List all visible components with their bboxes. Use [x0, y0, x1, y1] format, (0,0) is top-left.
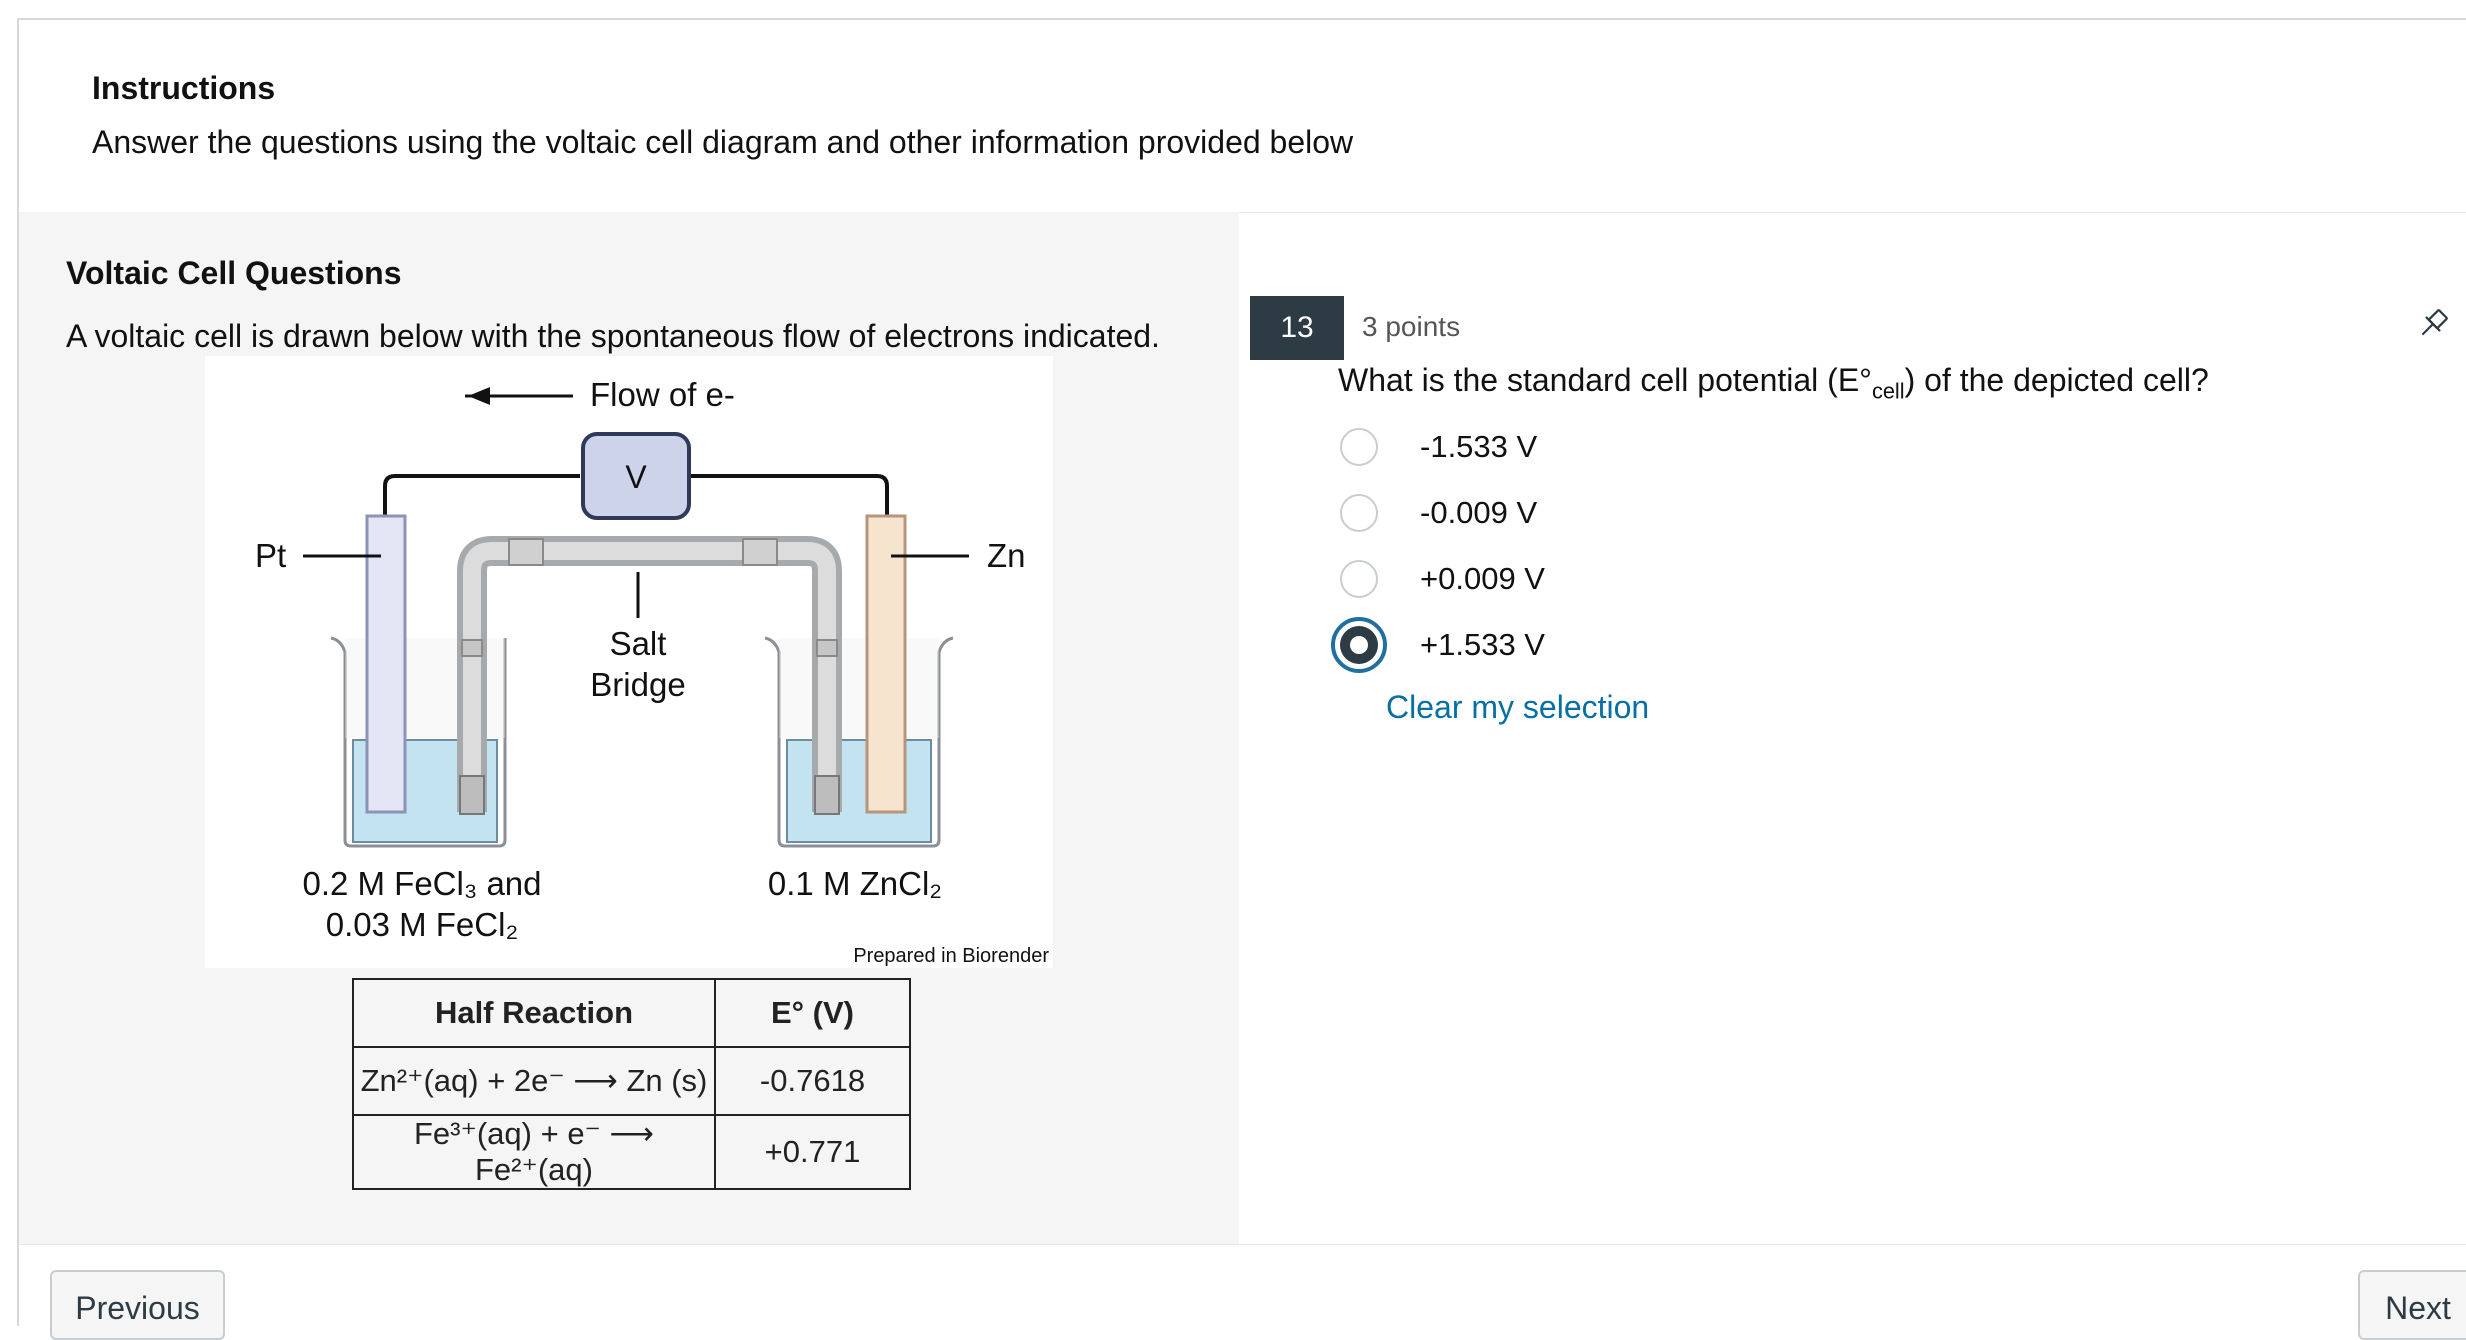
answer-option[interactable]: +0.009 V — [1338, 551, 1545, 607]
table-row: Zn²⁺(aq) + 2e⁻ ⟶ Zn (s) -0.7618 — [352, 1046, 911, 1116]
clear-selection-link[interactable]: Clear my selection — [1386, 689, 1649, 726]
table-header: E° (V) — [714, 978, 911, 1048]
potential-cell: -0.7618 — [714, 1046, 911, 1116]
stimulus-text: A voltaic cell is drawn below with the s… — [66, 318, 1160, 354]
option-label: +0.009 V — [1420, 561, 1545, 596]
pin-icon[interactable] — [2415, 306, 2451, 342]
salt-bridge-label-1: Salt — [610, 625, 667, 662]
flow-label: Flow of e- — [590, 376, 735, 413]
half-reaction-cell: Zn²⁺(aq) + 2e⁻ ⟶ Zn (s) — [352, 1046, 716, 1116]
answer-option-selected[interactable]: +1.533 V — [1331, 617, 1545, 673]
divider — [1239, 212, 2466, 213]
pt-label: Pt — [255, 537, 286, 574]
instructions-title: Instructions — [92, 70, 276, 106]
potential-cell: +0.771 — [714, 1114, 911, 1190]
radio-button-selected[interactable] — [1331, 617, 1387, 673]
biorender-credit: Prepared in Biorender — [853, 945, 1049, 967]
table-header: Half Reaction — [352, 978, 716, 1048]
half-reaction-table: Half Reaction E° (V) Zn²⁺(aq) + 2e⁻ ⟶ Zn… — [352, 978, 911, 1190]
table-row: Fe³⁺(aq) + e⁻ ⟶ Fe²⁺(aq) +0.771 — [352, 1114, 911, 1190]
question-points: 3 points — [1362, 311, 1461, 342]
answer-option[interactable]: -0.009 V — [1338, 485, 1537, 541]
pt-electrode — [365, 514, 407, 814]
right-beaker — [764, 636, 954, 848]
stimulus-title: Voltaic Cell Questions — [66, 255, 402, 291]
salt-bridge-label-2: Bridge — [590, 666, 685, 703]
right-solution-label: 0.1 M ZnCl₂ — [768, 865, 942, 902]
radio-button[interactable] — [1340, 428, 1378, 466]
zn-label: Zn — [987, 537, 1026, 574]
option-label: -0.009 V — [1420, 495, 1538, 530]
question-text: What is the standard cell potential (E°c… — [1338, 362, 2209, 404]
zn-electrode — [865, 514, 907, 814]
left-solution-label-1: 0.2 M FeCl₃ and — [302, 865, 541, 902]
option-label: +1.533 V — [1420, 627, 1545, 662]
question-number-badge: 13 — [1250, 296, 1344, 360]
radio-button[interactable] — [1340, 560, 1378, 598]
half-reaction-cell: Fe³⁺(aq) + e⁻ ⟶ Fe²⁺(aq) — [352, 1114, 716, 1190]
voltmeter-label: V — [625, 459, 647, 495]
left-solution-label-2: 0.03 M FeCl₂ — [326, 906, 519, 943]
voltaic-cell-diagram: Flow of e- V Salt Bridge Pt Zn 0.2 M FeC… — [205, 356, 1053, 968]
table-header-row: Half Reaction E° (V) — [352, 978, 911, 1048]
previous-button[interactable]: Previous — [50, 1270, 225, 1340]
next-button[interactable]: Next — [2358, 1270, 2466, 1340]
divider — [19, 1244, 2466, 1245]
option-label: -1.533 V — [1420, 429, 1538, 464]
voltmeter: V — [581, 432, 691, 520]
instructions-text: Answer the questions using the voltaic c… — [92, 124, 1354, 160]
radio-button[interactable] — [1340, 494, 1378, 532]
answer-option[interactable]: -1.533 V — [1338, 419, 1537, 475]
